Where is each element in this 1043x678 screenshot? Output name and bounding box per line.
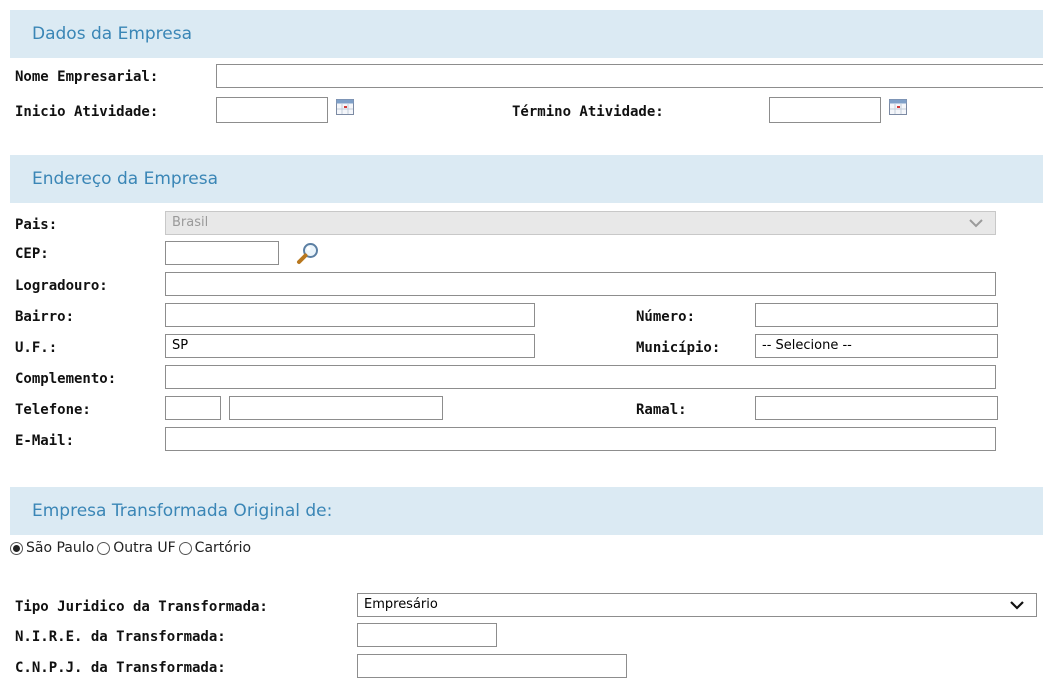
radio-cartorio[interactable]: Cartório [178,540,252,556]
tipo-juridico-label: Tipo Juridico da Transformada: [15,599,268,615]
chevron-down-icon [1010,601,1024,610]
termino-atividade-input[interactable] [769,97,881,123]
municipio-label: Município: [636,340,721,356]
inicio-atividade-input[interactable] [216,97,328,123]
radio-label: Outra UF [113,540,176,556]
municipio-select[interactable]: -- Selecione -- [755,334,998,358]
ramal-label: Ramal: [636,402,687,418]
section-title: Empresa Transformada Original de: [32,501,333,521]
tipo-juridico-value: Empresário [364,597,438,612]
uf-input[interactable]: SP [165,334,535,358]
section-header-endereco: Endereço da Empresa [10,155,1043,203]
radio-sao-paulo[interactable]: São Paulo [10,540,94,556]
section-header-transformada: Empresa Transformada Original de: [10,487,1043,535]
email-input[interactable] [165,427,996,451]
chevron-down-icon [969,219,983,228]
uf-label: U.F.: [15,340,58,356]
radio-label: São Paulo [26,540,95,556]
numero-label: Número: [636,309,696,325]
radio-button[interactable] [178,541,192,555]
search-icon[interactable] [296,241,320,265]
calendar-icon[interactable] [336,99,354,115]
telefone-numero-input[interactable] [229,396,443,420]
pais-label: Pais: [15,217,58,233]
radio-label: Cartório [194,540,252,556]
bairro-label: Bairro: [15,309,75,325]
complemento-label: Complemento: [15,371,117,387]
telefone-ddd-input[interactable] [165,396,221,420]
cep-label: CEP: [15,246,49,262]
pais-select-value: Brasil [172,215,209,230]
nire-label: N.I.R.E. da Transformada: [15,629,226,645]
nome-empresarial-label: Nome Empresarial: [15,69,159,85]
calendar-icon[interactable] [889,99,907,115]
radio-outra-uf[interactable]: Outra UF [97,540,176,556]
section-title: Endereço da Empresa [32,169,219,189]
cep-input[interactable] [165,241,279,265]
section-title: Dados da Empresa [32,24,193,44]
numero-input[interactable] [755,303,998,327]
origem-radio-group: São Paulo Outra UF Cartório [10,540,254,556]
tipo-juridico-select[interactable]: Empresário [357,593,1037,617]
section-header-dados-empresa: Dados da Empresa [10,10,1043,58]
telefone-label: Telefone: [15,402,91,418]
cnpj-label: C.N.P.J. da Transformada: [15,660,226,676]
radio-button-checked[interactable] [10,541,23,555]
pais-select: Brasil [165,211,996,235]
ramal-input[interactable] [755,396,998,420]
radio-button[interactable] [97,541,111,555]
complemento-input[interactable] [165,365,996,389]
nome-empresarial-input[interactable] [216,64,1043,88]
logradouro-input[interactable] [165,272,996,296]
bairro-input[interactable] [165,303,535,327]
cnpj-input[interactable] [357,654,627,678]
nire-input[interactable] [357,623,497,647]
email-label: E-Mail: [15,433,75,449]
termino-atividade-label: Término Atividade: [512,104,664,120]
inicio-atividade-label: Inicio Atividade: [15,104,159,120]
logradouro-label: Logradouro: [15,278,108,294]
